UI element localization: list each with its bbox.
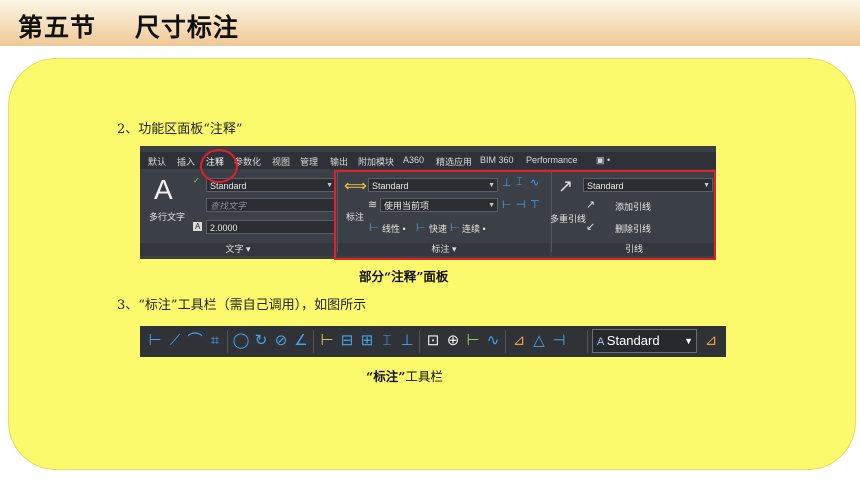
text-panel-footer[interactable]: 文字 ▾: [140, 243, 336, 256]
toolbar-divider: [587, 330, 588, 353]
radius-dim-icon[interactable]: ◯: [232, 332, 250, 350]
center-mark-icon[interactable]: ⊕: [444, 332, 462, 350]
text-style-icon: ✓: [193, 176, 200, 185]
tab-extra[interactable]: ▣ •: [596, 155, 610, 166]
text-height-icon: A: [193, 222, 203, 231]
arc-length-icon[interactable]: ⌒: [186, 332, 204, 350]
jogged-dim-icon[interactable]: ↻: [252, 332, 270, 350]
item-2-text: 2、功能区面板“注释”: [117, 122, 243, 137]
title-bar: 第五节 尺寸标注: [0, 0, 860, 46]
dim-update-icon[interactable]: ⊣: [550, 332, 568, 350]
aligned-dim-icon[interactable]: ⟋: [166, 332, 184, 350]
text-height-combo[interactable]: 2.0000: [206, 220, 336, 234]
toolbar-divider: [505, 330, 506, 353]
tab-addins[interactable]: 附加模块: [358, 155, 394, 168]
tolerance-icon[interactable]: ⊡: [424, 332, 442, 350]
dim-style-manager-icon[interactable]: ⊿: [702, 332, 720, 350]
find-text-input[interactable]: 查找文字: [206, 198, 336, 212]
toolbar-divider: [313, 330, 314, 353]
page-title: 第五节 尺寸标注: [18, 13, 239, 42]
multiline-text-icon[interactable]: A: [154, 174, 173, 206]
tab-manage[interactable]: 管理: [300, 155, 318, 168]
figure-caption-1: 部分“注释”面板: [359, 269, 449, 284]
tab-bim360[interactable]: BIM 360: [480, 155, 514, 165]
dimension-toolbar: ⊢ ⟋ ⌒ ⌗ ◯ ↻ ⊘ ∠ ⊢ ⊟ ⊞ ⌶ ⊥ ⊡ ⊕ ⊢ ∿ ⊿ △ ⊣ …: [140, 326, 726, 357]
dim-edit-icon[interactable]: ⊿: [510, 332, 528, 350]
toolbar-divider: [227, 330, 228, 353]
dim-space-icon[interactable]: ⌶: [378, 332, 396, 350]
dim-style-select[interactable]: A Standard ▼: [592, 329, 697, 353]
tab-output[interactable]: 输出: [330, 155, 348, 168]
tab-performance[interactable]: Performance: [526, 155, 578, 165]
annotation-panel-highlight-box: [334, 170, 716, 260]
tab-insert[interactable]: 插入: [177, 155, 195, 168]
dim-break-icon[interactable]: ⊥: [398, 332, 416, 350]
baseline-dim-icon[interactable]: ⊟: [338, 332, 356, 350]
linear-dim-icon[interactable]: ⊢: [146, 332, 164, 350]
figure-caption-2: “标注”工具栏: [366, 369, 443, 384]
quick-dim-icon[interactable]: ⊢: [318, 332, 336, 350]
tab-featured-apps[interactable]: 精选应用: [436, 155, 472, 168]
angular-dim-icon[interactable]: ∠: [292, 332, 310, 350]
annotate-tab-highlight-circle: [200, 149, 238, 183]
continue-dim-icon[interactable]: ⊞: [358, 332, 376, 350]
ordinate-dim-icon[interactable]: ⌗: [206, 332, 224, 350]
multiline-text-label[interactable]: 多行文字: [149, 210, 185, 223]
item-3-text: 3、“标注”工具栏（需自己调用），如图所示: [117, 298, 367, 313]
tab-default[interactable]: 默认: [148, 155, 166, 168]
tab-a360[interactable]: A360: [403, 155, 424, 165]
jogged-linear-icon[interactable]: ∿: [484, 332, 502, 350]
tab-parametric[interactable]: 参数化: [234, 155, 261, 168]
tab-view[interactable]: 视图: [272, 155, 290, 168]
inspection-icon[interactable]: ⊢: [464, 332, 482, 350]
dim-text-edit-icon[interactable]: △: [530, 332, 548, 350]
diameter-dim-icon[interactable]: ⊘: [272, 332, 290, 350]
toolbar-divider: [419, 330, 420, 353]
